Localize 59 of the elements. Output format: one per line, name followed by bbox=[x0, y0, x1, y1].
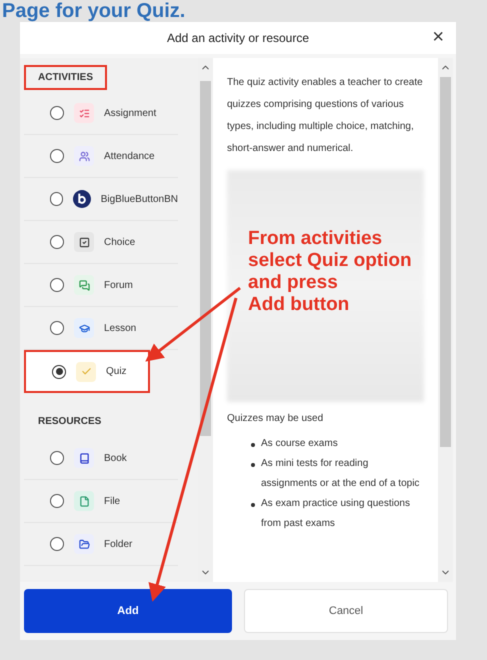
uses-heading: Quizzes may be used bbox=[227, 412, 324, 426]
chat-icon bbox=[74, 275, 94, 295]
option-label: Forum bbox=[104, 278, 133, 292]
radio-button[interactable] bbox=[50, 451, 64, 465]
scrollbar[interactable] bbox=[198, 58, 213, 582]
option-row[interactable]: Assignment bbox=[24, 92, 178, 135]
radio-button[interactable] bbox=[50, 494, 64, 508]
radio-button[interactable] bbox=[50, 321, 64, 335]
close-button[interactable]: × bbox=[432, 26, 444, 48]
checkbox-icon bbox=[74, 232, 94, 252]
bullet-icon bbox=[251, 443, 255, 447]
checkmark-icon bbox=[76, 362, 96, 382]
option-row[interactable]: Choice bbox=[24, 221, 178, 264]
annotation-text: From activities select Quiz option and press Add button bbox=[248, 228, 412, 316]
option-row[interactable]: BigBlueButtonBN bbox=[24, 178, 178, 221]
option-label: Quiz bbox=[106, 365, 127, 379]
radio-button[interactable] bbox=[52, 364, 66, 378]
add-button[interactable]: Add bbox=[24, 589, 232, 633]
people-icon bbox=[74, 146, 94, 166]
radio-button[interactable] bbox=[50, 192, 63, 206]
radio-button[interactable] bbox=[50, 106, 64, 120]
scrollbar-thumb[interactable] bbox=[200, 81, 211, 436]
description-text: The quiz activity enables a teacher to create quizzes comprising questions of various types, including multiple choice, matching, short-answer and numerical. bbox=[227, 76, 424, 156]
option-row[interactable]: Attendance bbox=[24, 135, 178, 178]
option-label: Attendance bbox=[104, 150, 155, 164]
cancel-button[interactable]: Cancel bbox=[244, 589, 448, 633]
section-heading: ACTIVITIES bbox=[24, 64, 108, 90]
option-label: Folder bbox=[104, 538, 132, 552]
folder-icon bbox=[74, 534, 94, 554]
scrollbar[interactable] bbox=[438, 58, 453, 582]
bullet-icon bbox=[251, 463, 255, 467]
graduation-cap-icon bbox=[74, 318, 94, 338]
use-item: As mini tests for reading assignments or at the end of a topic bbox=[261, 457, 420, 491]
option-label: Book bbox=[104, 452, 127, 466]
file-icon bbox=[74, 491, 94, 511]
radio-button[interactable] bbox=[50, 235, 64, 249]
scrollbar-thumb[interactable] bbox=[440, 77, 451, 447]
option-row[interactable]: Folder bbox=[24, 523, 178, 566]
dialog-title: Add an activity or resource bbox=[166, 30, 310, 47]
section-heading: RESOURCES bbox=[37, 414, 102, 428]
bullet-icon bbox=[251, 503, 255, 507]
option-label: Lesson bbox=[104, 322, 136, 336]
option-row[interactable]: Quiz bbox=[24, 350, 150, 393]
option-row[interactable]: Book bbox=[24, 437, 178, 480]
radio-button[interactable] bbox=[50, 149, 64, 163]
page-heading: Page for your Quiz. bbox=[1, 0, 186, 22]
radio-button[interactable] bbox=[50, 278, 64, 292]
option-label: Choice bbox=[104, 236, 136, 250]
option-label: Assignment bbox=[104, 106, 156, 120]
option-row[interactable]: File bbox=[24, 480, 178, 523]
use-item: As course exams bbox=[261, 437, 338, 451]
option-row[interactable]: Forum bbox=[24, 264, 178, 307]
radio-button[interactable] bbox=[50, 537, 64, 551]
b-circle-icon bbox=[72, 189, 91, 209]
option-label: File bbox=[104, 494, 120, 508]
book-icon bbox=[74, 448, 94, 468]
use-item: As exam practice using questions from past exams bbox=[261, 497, 411, 531]
option-label: BigBlueButtonBN bbox=[100, 192, 178, 206]
list-icon bbox=[74, 103, 94, 123]
